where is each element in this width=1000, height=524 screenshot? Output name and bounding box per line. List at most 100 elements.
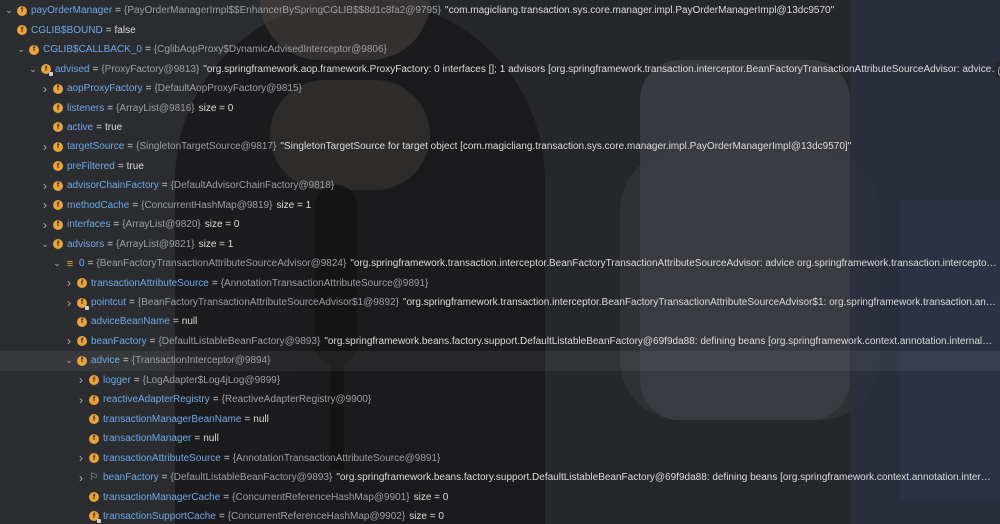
field-type: {LogAdapter$Log4jLog@9899} bbox=[142, 374, 281, 386]
tree-row[interactable]: ⌄ f advice = {TransactionInterceptor@9894} bbox=[0, 351, 1000, 371]
tree-row[interactable]: ⌄ f advised = {ProxyFactory@9813} "org.spring… bbox=[0, 59, 1000, 79]
field-icon: f bbox=[53, 103, 63, 113]
field-type: {ProxyFactory@9813} bbox=[101, 63, 200, 75]
tree-row[interactable]: › f interfaces = {ArrayList@9820} size = 0 bbox=[0, 215, 1000, 235]
tree-row[interactable]: › f transactionAttributeSource = {Annotation… bbox=[0, 273, 1000, 293]
field-value: null bbox=[253, 413, 269, 425]
equals-sign: = bbox=[145, 83, 152, 95]
tree-row[interactable]: f preFiltered = true bbox=[0, 157, 1000, 177]
tree-row[interactable]: f active = true bbox=[0, 118, 1000, 138]
field-icon: f bbox=[53, 180, 63, 191]
collection-size: size = 1 bbox=[198, 238, 234, 250]
tree-row[interactable]: › f targetSource = {SingletonTargetSource@98… bbox=[0, 137, 1000, 157]
collapse-arrow-icon[interactable]: ⌄ bbox=[52, 258, 62, 269]
tree-row[interactable]: › f beanFactory = {DefaultListableBeanFactor… bbox=[0, 332, 1000, 352]
tostring-value: "SingletonTargetSource for target object… bbox=[280, 141, 852, 153]
field-final-icon: f bbox=[89, 511, 101, 524]
field-type: {ArrayList@9820} bbox=[122, 219, 201, 231]
field-icon: f bbox=[53, 239, 63, 250]
equals-sign: = bbox=[223, 452, 230, 464]
collapse-arrow-icon[interactable]: ⌄ bbox=[64, 355, 74, 366]
equals-sign: = bbox=[149, 335, 156, 347]
collapse-arrow-icon[interactable]: ⌄ bbox=[4, 5, 14, 16]
field-name: transactionAttributeSource bbox=[91, 277, 209, 289]
expand-arrow-icon[interactable]: › bbox=[40, 82, 50, 96]
field-type: {PayOrderManagerImpl$$EnhancerBySpringCG… bbox=[124, 5, 442, 17]
tostring-value: "org.springframework.aop.framework.Proxy… bbox=[203, 63, 1000, 75]
field-type: {ConcurrentHashMap@9819} bbox=[141, 199, 273, 211]
expand-arrow-icon[interactable]: › bbox=[64, 276, 74, 290]
field-type: {ArrayList@9821} bbox=[116, 238, 195, 250]
field-type: {ArrayList@9816} bbox=[116, 102, 195, 114]
tree-row[interactable]: f transactionManagerBeanName = null bbox=[0, 409, 1000, 429]
tree-row[interactable]: f listeners = {ArrayList@9816} size = 0 bbox=[0, 98, 1000, 118]
field-name: CGLIB$BOUND bbox=[31, 24, 103, 36]
tree-row[interactable]: › f logger = {LogAdapter$Log4jLog@9899} bbox=[0, 371, 1000, 391]
tree-row[interactable]: ⌄ f advisors = {ArrayList@9821} size = 1 bbox=[0, 234, 1000, 254]
equals-sign: = bbox=[96, 121, 102, 133]
field-name: methodCache bbox=[67, 199, 130, 211]
equals-sign: = bbox=[115, 5, 121, 17]
tree-row[interactable]: › f advisorChainFactory = {DefaultAdvisorCha… bbox=[0, 176, 1000, 196]
expand-arrow-icon[interactable]: › bbox=[40, 179, 50, 193]
equals-sign: = bbox=[161, 180, 168, 192]
equals-sign: = bbox=[194, 433, 201, 445]
field-icon: f bbox=[89, 375, 99, 386]
tree-row[interactable]: f adviceBeanName = null bbox=[0, 312, 1000, 332]
tostring-value: "org.springframework.beans.factory.suppo… bbox=[336, 472, 991, 484]
field-final-icon: f bbox=[41, 64, 53, 77]
equals-sign: = bbox=[129, 297, 135, 308]
field-name: beanFactory bbox=[91, 335, 147, 347]
equals-sign: = bbox=[87, 258, 94, 270]
tree-row[interactable]: ⌄ f payOrderManager = {PayOrderManagerImpl$$… bbox=[0, 1, 1000, 21]
tree-row[interactable]: › f pointcut = {BeanFactoryTransactionAttrib… bbox=[0, 293, 1000, 313]
tree-row[interactable]: › f aopProxyFactory = {DefaultAopProxyFactor… bbox=[0, 79, 1000, 99]
expand-arrow-icon[interactable]: › bbox=[76, 373, 86, 387]
field-value: null bbox=[181, 316, 198, 328]
tree-row[interactable]: f transactionManagerCache = {ConcurrentRefe… bbox=[0, 487, 1000, 507]
tree-row[interactable]: › ⚐ beanFactory = {DefaultListableBeanFactor… bbox=[0, 468, 1000, 488]
field-icon: f bbox=[89, 414, 99, 425]
field-name: adviceBeanName bbox=[91, 316, 170, 328]
expand-arrow-icon[interactable]: › bbox=[64, 334, 74, 348]
field-type: {DefaultListableBeanFactory@9893} bbox=[158, 335, 321, 347]
tree-row[interactable]: › f transactionAttributeSource = {Annotation… bbox=[0, 448, 1000, 468]
field-icon: f bbox=[53, 200, 63, 211]
tostring-value: "org.springframework.transaction.interce… bbox=[350, 258, 997, 270]
expand-arrow-icon[interactable]: › bbox=[64, 296, 74, 310]
field-type: {AnnotationTransactionAttributeSource@98… bbox=[220, 277, 429, 289]
show-full-value-link[interactable]: (显示) bbox=[995, 61, 1000, 77]
field-icon: f bbox=[77, 316, 87, 327]
equals-sign: = bbox=[244, 413, 251, 425]
tree-row[interactable]: › f methodCache = {ConcurrentHashMap@9819} si… bbox=[0, 196, 1000, 216]
field-name: transactionSupportCache bbox=[103, 510, 216, 522]
equals-sign: = bbox=[113, 219, 120, 231]
equals-sign: = bbox=[117, 160, 124, 172]
expand-arrow-icon[interactable]: › bbox=[40, 198, 50, 212]
tree-row[interactable]: f CGLIB$BOUND = false bbox=[0, 20, 1000, 40]
field-icon: f bbox=[53, 141, 63, 152]
field-name: aopProxyFactory bbox=[67, 83, 143, 95]
expand-arrow-icon[interactable]: › bbox=[40, 140, 50, 154]
field-name: reactiveAdapterRegistry bbox=[103, 394, 210, 406]
tree-row[interactable]: ⌄ ≡ 0 = {BeanFactoryTransactionAttributeSour… bbox=[0, 254, 1000, 274]
tree-row[interactable]: f transactionManager = null bbox=[0, 429, 1000, 449]
collapse-arrow-icon[interactable]: ⌄ bbox=[40, 239, 50, 250]
expand-arrow-icon[interactable]: › bbox=[76, 393, 86, 407]
collapse-arrow-icon[interactable]: ⌄ bbox=[28, 64, 38, 75]
field-icon: f bbox=[77, 355, 87, 366]
equals-sign: = bbox=[223, 491, 230, 503]
field-icon: f bbox=[53, 83, 63, 94]
field-icon: f bbox=[53, 219, 63, 230]
expand-arrow-icon[interactable]: › bbox=[76, 471, 86, 485]
field-type: {TransactionInterceptor@9894} bbox=[131, 355, 271, 367]
collapse-arrow-icon[interactable]: ⌄ bbox=[16, 44, 26, 55]
tree-row[interactable]: › f reactiveAdapterRegistry = {ReactiveAdapt… bbox=[0, 390, 1000, 410]
tree-row[interactable]: ⌄ f CGLIB$CALLBACK_0 = {CglibAopProxy$Dynami… bbox=[0, 40, 1000, 60]
tree-row[interactable]: f transactionSupportCache = {ConcurrentRefe… bbox=[0, 507, 1000, 524]
field-value: false bbox=[114, 24, 136, 36]
field-type: {DefaultAdvisorChainFactory@9818} bbox=[170, 180, 335, 192]
field-name: 0 bbox=[79, 258, 85, 270]
expand-arrow-icon[interactable]: › bbox=[40, 218, 50, 232]
expand-arrow-icon[interactable]: › bbox=[76, 451, 86, 465]
